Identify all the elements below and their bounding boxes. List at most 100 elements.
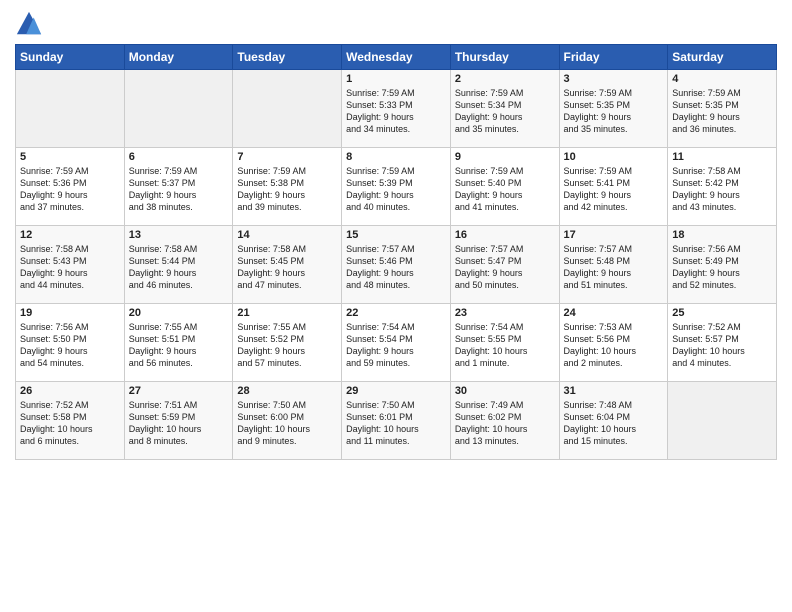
cell-sun-info: Sunrise: 7:55 AM Sunset: 5:52 PM Dayligh… [237,321,337,370]
day-number: 21 [237,307,337,319]
calendar-cell: 12 Sunrise: 7:58 AM Sunset: 5:43 PM Dayli… [16,226,125,304]
cell-sun-info: Sunrise: 7:58 AM Sunset: 5:42 PM Dayligh… [672,165,772,214]
day-number: 30 [455,385,555,397]
day-number: 3 [564,73,664,85]
calendar-cell: 21 Sunrise: 7:55 AM Sunset: 5:52 PM Dayli… [233,304,342,382]
day-number: 25 [672,307,772,319]
cell-sun-info: Sunrise: 7:53 AM Sunset: 5:56 PM Dayligh… [564,321,664,370]
calendar-cell: 2 Sunrise: 7:59 AM Sunset: 5:34 PM Daylig… [450,70,559,148]
calendar-cell: 1 Sunrise: 7:59 AM Sunset: 5:33 PM Daylig… [342,70,451,148]
day-header-thursday: Thursday [450,45,559,70]
day-number: 17 [564,229,664,241]
page-container: SundayMondayTuesdayWednesdayThursdayFrid… [0,0,792,465]
cell-sun-info: Sunrise: 7:57 AM Sunset: 5:48 PM Dayligh… [564,243,664,292]
calendar-cell: 30Sunrise: 7:49 AM Sunset: 6:02 PM Dayli… [450,382,559,460]
calendar-cell: 8 Sunrise: 7:59 AM Sunset: 5:39 PM Daylig… [342,148,451,226]
day-number: 4 [672,73,772,85]
cell-sun-info: Sunrise: 7:50 AM Sunset: 6:01 PM Dayligh… [346,399,446,448]
cell-sun-info: Sunrise: 7:57 AM Sunset: 5:46 PM Dayligh… [346,243,446,292]
cell-sun-info: Sunrise: 7:54 AM Sunset: 5:54 PM Dayligh… [346,321,446,370]
day-number: 8 [346,151,446,163]
day-number: 11 [672,151,772,163]
cell-sun-info: Sunrise: 7:54 AM Sunset: 5:55 PM Dayligh… [455,321,555,370]
day-header-monday: Monday [124,45,233,70]
calendar-header-row: SundayMondayTuesdayWednesdayThursdayFrid… [16,45,777,70]
calendar-week-row: 5Sunrise: 7:59 AM Sunset: 5:36 PM Daylig… [16,148,777,226]
day-number: 14 [237,229,337,241]
day-number: 10 [564,151,664,163]
cell-sun-info: Sunrise: 7:58 AM Sunset: 5:44 PM Dayligh… [129,243,229,292]
calendar-cell: 7 Sunrise: 7:59 AM Sunset: 5:38 PM Daylig… [233,148,342,226]
day-number: 6 [129,151,229,163]
calendar-cell: 17 Sunrise: 7:57 AM Sunset: 5:48 PM Dayli… [559,226,668,304]
day-number: 31 [564,385,664,397]
calendar-cell: 6 Sunrise: 7:59 AM Sunset: 5:37 PM Daylig… [124,148,233,226]
day-header-tuesday: Tuesday [233,45,342,70]
calendar-cell [233,70,342,148]
cell-sun-info: Sunrise: 7:59 AM Sunset: 5:33 PM Dayligh… [346,87,446,136]
calendar-week-row: 19 Sunrise: 7:56 AM Sunset: 5:50 PM Dayli… [16,304,777,382]
logo-icon [15,10,43,38]
day-header-friday: Friday [559,45,668,70]
calendar-cell: 14 Sunrise: 7:58 AM Sunset: 5:45 PM Dayli… [233,226,342,304]
calendar-cell: 3 Sunrise: 7:59 AM Sunset: 5:35 PM Daylig… [559,70,668,148]
cell-sun-info: Sunrise: 7:59 AM Sunset: 5:39 PM Dayligh… [346,165,446,214]
cell-sun-info: Sunrise: 7:48 AM Sunset: 6:04 PM Dayligh… [564,399,664,448]
calendar-week-row: 26Sunrise: 7:52 AM Sunset: 5:58 PM Dayli… [16,382,777,460]
calendar-cell: 25Sunrise: 7:52 AM Sunset: 5:57 PM Dayli… [668,304,777,382]
cell-sun-info: Sunrise: 7:59 AM Sunset: 5:37 PM Dayligh… [129,165,229,214]
calendar-cell: 13 Sunrise: 7:58 AM Sunset: 5:44 PM Dayli… [124,226,233,304]
calendar-cell: 28 Sunrise: 7:50 AM Sunset: 6:00 PM Dayli… [233,382,342,460]
day-number: 13 [129,229,229,241]
day-number: 19 [20,307,120,319]
calendar-cell [16,70,125,148]
cell-sun-info: Sunrise: 7:59 AM Sunset: 5:38 PM Dayligh… [237,165,337,214]
calendar-cell: 5Sunrise: 7:59 AM Sunset: 5:36 PM Daylig… [16,148,125,226]
cell-sun-info: Sunrise: 7:59 AM Sunset: 5:40 PM Dayligh… [455,165,555,214]
calendar-cell: 31 Sunrise: 7:48 AM Sunset: 6:04 PM Dayli… [559,382,668,460]
cell-sun-info: Sunrise: 7:59 AM Sunset: 5:35 PM Dayligh… [672,87,772,136]
calendar-cell [124,70,233,148]
day-number: 12 [20,229,120,241]
calendar-cell: 22 Sunrise: 7:54 AM Sunset: 5:54 PM Dayli… [342,304,451,382]
day-number: 1 [346,73,446,85]
day-number: 9 [455,151,555,163]
day-number: 2 [455,73,555,85]
cell-sun-info: Sunrise: 7:57 AM Sunset: 5:47 PM Dayligh… [455,243,555,292]
cell-sun-info: Sunrise: 7:58 AM Sunset: 5:45 PM Dayligh… [237,243,337,292]
cell-sun-info: Sunrise: 7:56 AM Sunset: 5:50 PM Dayligh… [20,321,120,370]
cell-sun-info: Sunrise: 7:59 AM Sunset: 5:34 PM Dayligh… [455,87,555,136]
cell-sun-info: Sunrise: 7:51 AM Sunset: 5:59 PM Dayligh… [129,399,229,448]
cell-sun-info: Sunrise: 7:58 AM Sunset: 5:43 PM Dayligh… [20,243,120,292]
day-number: 23 [455,307,555,319]
cell-sun-info: Sunrise: 7:50 AM Sunset: 6:00 PM Dayligh… [237,399,337,448]
day-header-saturday: Saturday [668,45,777,70]
day-number: 27 [129,385,229,397]
calendar-cell: 15 Sunrise: 7:57 AM Sunset: 5:46 PM Dayli… [342,226,451,304]
day-number: 16 [455,229,555,241]
calendar-cell: 10Sunrise: 7:59 AM Sunset: 5:41 PM Dayli… [559,148,668,226]
calendar-cell: 20 Sunrise: 7:55 AM Sunset: 5:51 PM Dayli… [124,304,233,382]
day-header-sunday: Sunday [16,45,125,70]
day-number: 22 [346,307,446,319]
cell-sun-info: Sunrise: 7:59 AM Sunset: 5:35 PM Dayligh… [564,87,664,136]
calendar-table: SundayMondayTuesdayWednesdayThursdayFrid… [15,44,777,460]
calendar-cell: 9 Sunrise: 7:59 AM Sunset: 5:40 PM Daylig… [450,148,559,226]
calendar-cell: 23 Sunrise: 7:54 AM Sunset: 5:55 PM Dayli… [450,304,559,382]
calendar-cell: 26Sunrise: 7:52 AM Sunset: 5:58 PM Dayli… [16,382,125,460]
calendar-cell: 19 Sunrise: 7:56 AM Sunset: 5:50 PM Dayli… [16,304,125,382]
day-number: 15 [346,229,446,241]
calendar-week-row: 12 Sunrise: 7:58 AM Sunset: 5:43 PM Dayli… [16,226,777,304]
cell-sun-info: Sunrise: 7:59 AM Sunset: 5:36 PM Dayligh… [20,165,120,214]
calendar-cell [668,382,777,460]
day-number: 18 [672,229,772,241]
day-number: 20 [129,307,229,319]
day-number: 24 [564,307,664,319]
calendar-cell: 27 Sunrise: 7:51 AM Sunset: 5:59 PM Dayli… [124,382,233,460]
cell-sun-info: Sunrise: 7:55 AM Sunset: 5:51 PM Dayligh… [129,321,229,370]
calendar-cell: 11 Sunrise: 7:58 AM Sunset: 5:42 PM Dayli… [668,148,777,226]
calendar-cell: 24 Sunrise: 7:53 AM Sunset: 5:56 PM Dayli… [559,304,668,382]
day-number: 7 [237,151,337,163]
calendar-cell: 29Sunrise: 7:50 AM Sunset: 6:01 PM Dayli… [342,382,451,460]
day-number: 28 [237,385,337,397]
